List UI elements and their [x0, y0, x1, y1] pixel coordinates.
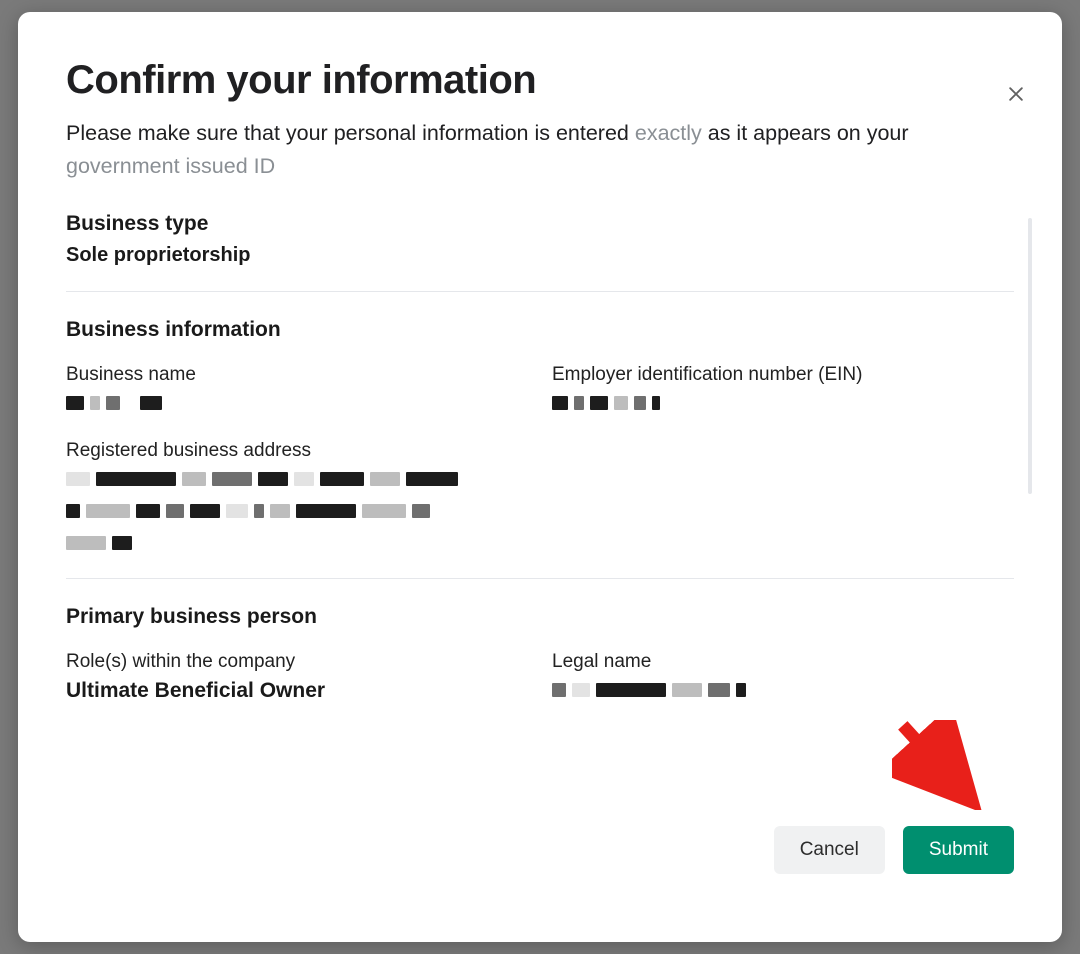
subtitle-mid: as it appears on your: [702, 121, 909, 145]
subtitle-pre: Please make sure that your personal info…: [66, 121, 635, 145]
scrollbar-track[interactable]: [1028, 218, 1032, 494]
business-name-label: Business name: [66, 364, 528, 386]
role-value: Ultimate Beneficial Owner: [66, 679, 528, 703]
business-name-field: Business name: [66, 364, 528, 414]
modal-footer: Cancel Submit: [774, 826, 1014, 874]
ein-field: Employer identification number (EIN): [552, 364, 1014, 414]
legal-name-value-redacted: [552, 679, 1014, 701]
ein-value-redacted: [552, 392, 1014, 414]
annotation-arrow-icon: [892, 720, 982, 810]
role-field: Role(s) within the company Ultimate Bene…: [66, 651, 528, 703]
registered-address-value-redacted: [66, 468, 1014, 554]
subtitle-exactly: exactly: [635, 121, 702, 145]
legal-name-field: Legal name: [552, 651, 1014, 703]
business-name-value-redacted: [66, 392, 528, 414]
close-button[interactable]: [1004, 82, 1028, 106]
business-type-value: Sole proprietorship: [66, 244, 1014, 267]
business-info-heading: Business information: [66, 318, 1014, 342]
role-label: Role(s) within the company: [66, 651, 528, 673]
registered-address-label: Registered business address: [66, 440, 1014, 462]
confirm-information-modal: Confirm your information Please make sur…: [18, 12, 1062, 942]
modal-subtitle: Please make sure that your personal info…: [66, 117, 1014, 184]
section-business-type: Business type Sole proprietorship: [66, 212, 1014, 292]
business-type-heading: Business type: [66, 212, 1014, 236]
ein-label: Employer identification number (EIN): [552, 364, 1014, 386]
section-primary-business-person: Primary business person Role(s) within t…: [66, 605, 1014, 727]
subtitle-gov-id: government issued ID: [66, 154, 275, 178]
close-icon: [1006, 84, 1026, 104]
modal-title: Confirm your information: [66, 58, 1014, 103]
section-business-information: Business information Business name Emplo…: [66, 318, 1014, 579]
submit-button[interactable]: Submit: [903, 826, 1014, 874]
registered-address-field: Registered business address: [66, 440, 1014, 554]
cancel-button[interactable]: Cancel: [774, 826, 885, 874]
primary-person-heading: Primary business person: [66, 605, 1014, 629]
modal-content-scroll: Business type Sole proprietorship Busine…: [66, 212, 1014, 727]
legal-name-label: Legal name: [552, 651, 1014, 673]
